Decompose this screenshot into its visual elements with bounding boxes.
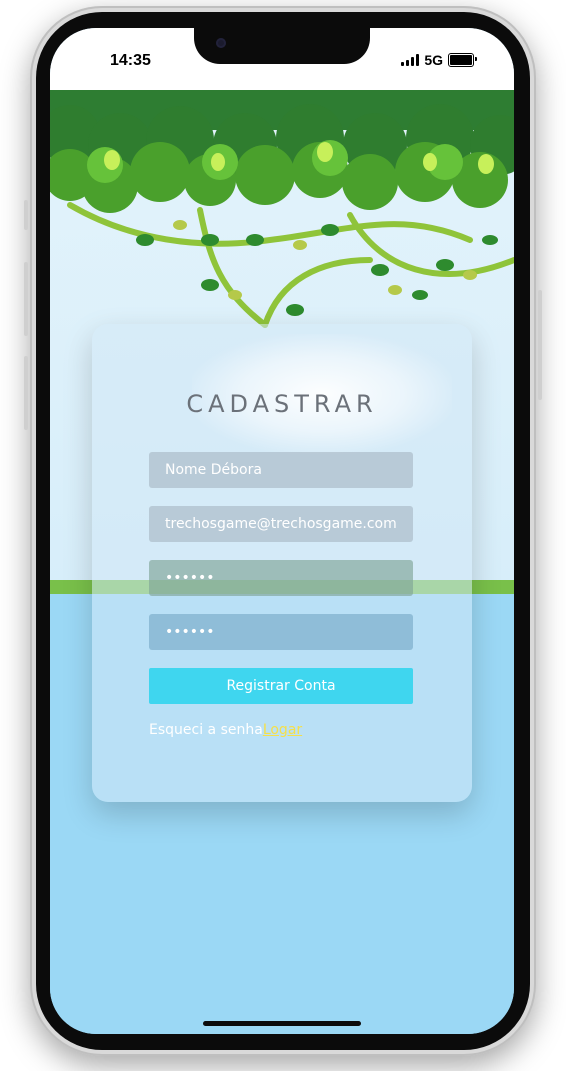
side-button	[24, 200, 28, 230]
email-field[interactable]: trechosgame@trechosgame.com	[149, 506, 413, 542]
battery-icon	[448, 53, 477, 67]
game-background: CADASTRAR Nome Débora trechosgame@trecho…	[50, 90, 514, 1034]
links-row: Esqueci a senhaLogar	[149, 722, 302, 738]
confirm-password-field[interactable]: ••••••	[149, 614, 413, 650]
page-title: CADASTRAR	[186, 390, 378, 418]
register-button[interactable]: Registrar Conta	[149, 668, 413, 704]
side-button	[24, 356, 28, 430]
network-label: 5G	[424, 52, 443, 68]
forgot-password-link[interactable]: Esqueci a senha	[149, 722, 263, 738]
home-indicator[interactable]	[203, 1021, 361, 1026]
phone-screen: 14:35 5G CADASTRAR Nome Débora trechosga…	[50, 28, 514, 1034]
camera-icon	[216, 38, 226, 48]
side-button	[538, 290, 542, 400]
name-field[interactable]: Nome Débora	[149, 452, 413, 488]
clock: 14:35	[110, 52, 151, 69]
tree-canopy	[50, 90, 514, 328]
password-field[interactable]: ••••••	[149, 560, 413, 596]
status-icons: 5G	[401, 52, 477, 68]
notch	[194, 28, 370, 64]
register-card: CADASTRAR Nome Débora trechosgame@trecho…	[92, 324, 472, 802]
login-link[interactable]: Logar	[263, 722, 302, 738]
signal-icon	[401, 54, 420, 66]
side-button	[24, 262, 28, 336]
status-bar: 14:35 5G	[50, 28, 514, 90]
